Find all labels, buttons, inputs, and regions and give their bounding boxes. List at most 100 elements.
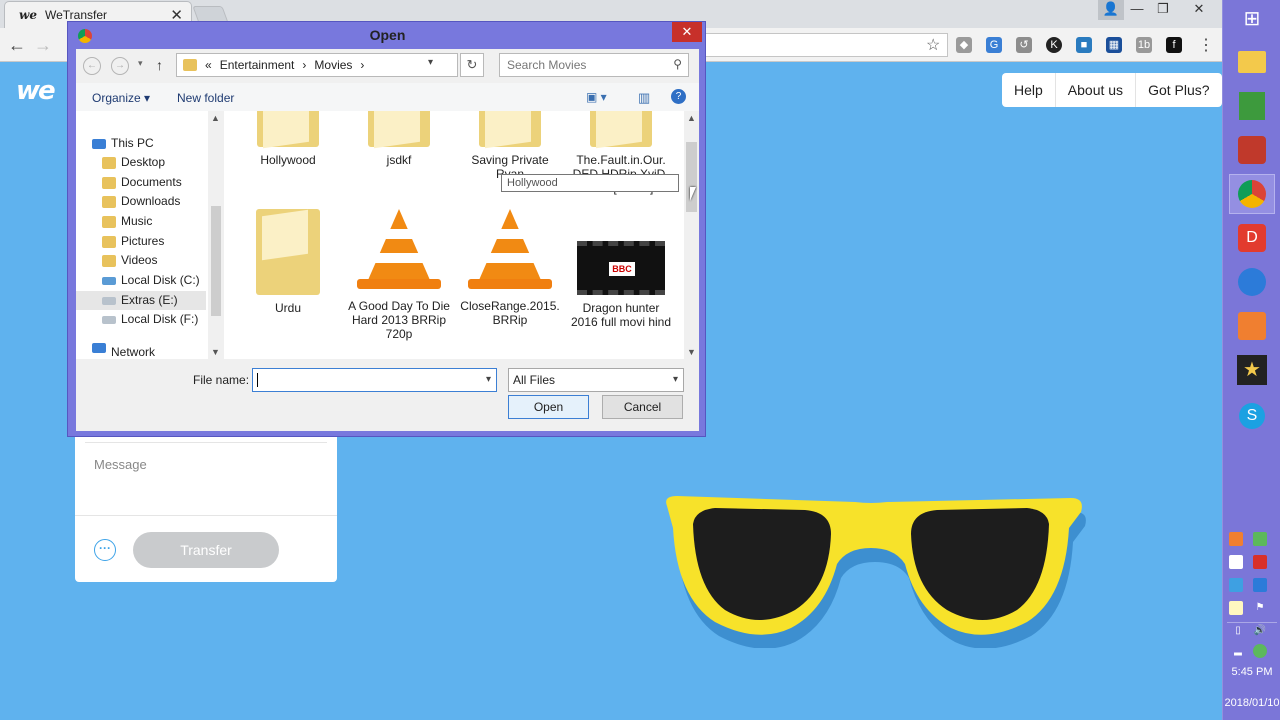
file-item-urdu[interactable]: Urdu [236,209,340,315]
help-icon[interactable]: ? [671,89,686,104]
breadcrumb-separator[interactable]: › [302,58,306,72]
open-button[interactable]: Open [508,395,589,419]
file-item-closerange[interactable]: CloseRange.2015. BRRip [458,209,562,327]
skype-icon[interactable]: S [1229,396,1275,436]
file-item-dragon-hunter[interactable]: BBC Dragon hunter 2016 full movi hind [569,241,673,329]
file-type-select[interactable]: All Files ▾ [508,368,684,392]
scroll-up-icon[interactable]: ▲ [211,113,220,123]
file-name-input[interactable]: ▾ [252,368,497,392]
address-breadcrumb[interactable]: « Entertainment › Movies › ▾ [176,53,458,77]
dialog-close-button[interactable]: ✕ [672,22,702,42]
tray-icon[interactable] [1229,601,1243,615]
new-folder-button[interactable]: New folder [177,91,234,105]
nav-music[interactable]: Music [102,212,156,231]
spreadsheet-app-icon[interactable] [1229,86,1275,126]
breadcrumb-overflow[interactable]: « [205,58,212,72]
file-explorer-icon[interactable] [1229,42,1275,82]
nav-got-plus[interactable]: Got Plus? [1136,73,1221,107]
scrollbar-thumb[interactable] [211,206,221,316]
battery-icon[interactable]: ▯ [1231,624,1245,638]
scroll-down-icon[interactable]: ▼ [211,347,220,357]
extension-icon[interactable]: ■ [1076,37,1092,53]
tray-icon[interactable] [1253,532,1267,546]
flag-icon[interactable]: ⚑ [1253,601,1267,615]
restore-button[interactable]: ❐ [1150,0,1176,20]
dialog-title: Open [369,27,406,43]
nav-local-disk-f[interactable]: Local Disk (F:) [102,310,202,329]
star-media-icon[interactable]: ★ [1229,350,1275,390]
forward-arrow-icon[interactable]: → [111,57,129,75]
extension-icon[interactable]: G [986,37,1002,53]
preview-pane-icon[interactable]: ▥ [638,90,650,106]
nav-network[interactable]: Network [92,343,159,357]
history-icon[interactable]: ↺ [1016,37,1032,53]
back-arrow-icon[interactable]: ← [8,35,26,56]
up-arrow-icon[interactable]: ↑ [156,57,163,73]
network-icon[interactable] [1253,644,1267,658]
nav-pictures[interactable]: Pictures [102,232,168,251]
message-field[interactable]: Message [94,457,147,472]
tray-icon[interactable] [1229,578,1243,592]
chevron-down-icon[interactable]: ▾ [486,374,491,385]
file-item-a-good-day-to-die-hard[interactable]: A Good Day To Die Hard 2013 BRRip 720p [347,209,451,341]
file-item-jsdkf[interactable]: jsdkf [347,111,451,167]
chrome-menu-icon[interactable]: ⋮ [1198,35,1214,55]
chevron-down-icon[interactable]: ▾ [428,57,433,68]
clock-date[interactable]: 2018/01/10 [1223,697,1280,709]
volume-icon[interactable]: 🔊 [1253,624,1267,638]
facebook-icon[interactable]: f [1166,37,1182,53]
organize-menu[interactable]: Organize ▾ [92,91,150,105]
nav-documents[interactable]: Documents [102,173,186,192]
back-arrow-icon[interactable]: ← [83,57,101,75]
extension-icon[interactable]: 1b [1136,37,1152,53]
window-close-button[interactable]: ✕ [1176,0,1222,20]
nav-about-us[interactable]: About us [1056,73,1137,107]
bookmark-star-icon[interactable]: ☆ [926,35,940,55]
nav-extras-e[interactable]: Extras (E:) [76,291,206,310]
breadcrumb-movies[interactable]: Movies [314,58,352,72]
minimize-button[interactable]: — [1124,0,1150,20]
chevron-down-icon[interactable]: ▾ [673,374,678,385]
nav-label: Downloads [121,194,181,208]
more-options-button[interactable]: ··· [94,539,116,561]
nav-downloads[interactable]: Downloads [102,192,184,211]
scrollbar-thumb[interactable] [686,142,697,212]
tray-icon[interactable] [1229,532,1243,546]
transfer-button[interactable]: Transfer [133,532,279,568]
breadcrumb-entertainment[interactable]: Entertainment [220,58,295,72]
dragon-app-icon[interactable] [1229,130,1275,170]
scroll-down-icon[interactable]: ▼ [687,347,696,357]
extension-icon[interactable]: K [1046,37,1062,53]
nav-local-disk-c[interactable]: Local Disk (C:) [102,271,204,290]
orange-app-icon[interactable] [1229,306,1275,346]
file-item-hollywood[interactable]: Hollywood [236,111,340,167]
extension-icon[interactable]: ▦ [1106,37,1122,53]
cancel-button[interactable]: Cancel [602,395,683,419]
tray-icon[interactable] [1253,578,1267,592]
breadcrumb-separator[interactable]: › [360,58,364,72]
nav-videos[interactable]: Videos [102,251,161,270]
chrome-icon[interactable] [1229,174,1275,214]
cloud-tray-icon[interactable] [1229,555,1243,569]
pdf-app-icon[interactable]: D [1229,218,1275,258]
search-input[interactable]: Search Movies ⚲ [499,53,689,77]
nav-this-pc[interactable]: This PC [92,134,158,153]
nav-help[interactable]: Help [1002,73,1056,107]
extension-icon[interactable]: ◆ [956,37,972,53]
globe-app-icon[interactable] [1229,262,1275,302]
windows-logo-icon[interactable]: ⊞ [1229,0,1275,36]
file-list-scrollbar[interactable]: ▲ ▼ [684,111,699,359]
view-options-icon[interactable]: ▣ ▾ [586,90,607,104]
signal-icon[interactable]: ▂ [1231,644,1245,658]
scroll-up-icon[interactable]: ▲ [687,113,696,123]
navigation-scrollbar[interactable]: ▲ ▼ [208,111,224,359]
nav-desktop[interactable]: Desktop [102,153,169,172]
file-item-saving-private-ryan[interactable]: Saving Private Ryan [458,111,562,181]
tray-icon[interactable] [1253,555,1267,569]
forward-arrow-icon[interactable]: → [34,35,52,56]
refresh-icon[interactable]: ↻ [460,53,484,77]
recent-locations-icon[interactable]: ▾ [138,58,143,69]
user-icon[interactable]: 👤 [1098,0,1124,20]
wetransfer-logo[interactable]: we [16,76,56,106]
clock-time[interactable]: 5:45 PM [1223,666,1280,678]
